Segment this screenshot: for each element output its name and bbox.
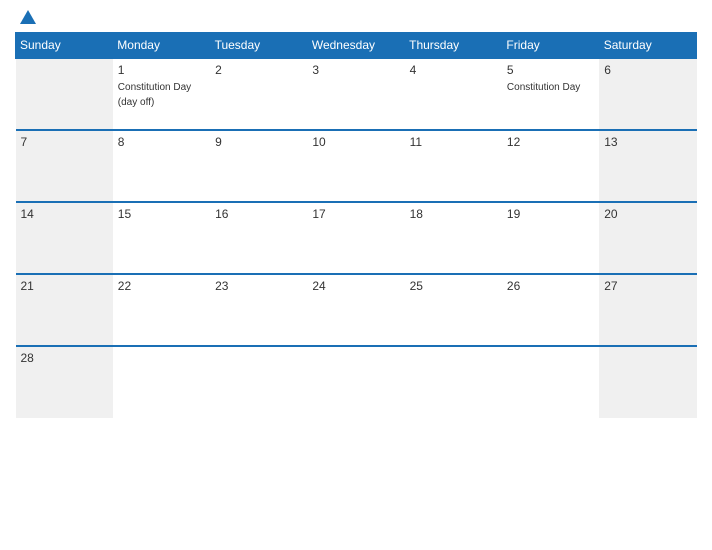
day-number: 8: [118, 135, 205, 149]
calendar-cell: 10: [307, 130, 404, 202]
calendar-cell: [307, 346, 404, 418]
day-header-tuesday: Tuesday: [210, 33, 307, 59]
day-header-saturday: Saturday: [599, 33, 696, 59]
logo: [17, 10, 36, 24]
calendar-header: [15, 10, 697, 24]
calendar-cell: [405, 346, 502, 418]
day-number: 1: [118, 63, 205, 77]
day-header-wednesday: Wednesday: [307, 33, 404, 59]
day-number: 10: [312, 135, 399, 149]
calendar-container: SundayMondayTuesdayWednesdayThursdayFrid…: [0, 0, 712, 550]
day-number: 9: [215, 135, 302, 149]
day-number: 5: [507, 63, 594, 77]
calendar-cell: 22: [113, 274, 210, 346]
calendar-cell: [599, 346, 696, 418]
logo-triangle-icon: [20, 10, 36, 24]
calendar-cell: 26: [502, 274, 599, 346]
calendar-cell: 28: [16, 346, 113, 418]
calendar-cell: 4: [405, 58, 502, 130]
day-number: 23: [215, 279, 302, 293]
calendar-cell: 8: [113, 130, 210, 202]
day-number: 27: [604, 279, 691, 293]
calendar-cell: [502, 346, 599, 418]
calendar-cell: 15: [113, 202, 210, 274]
calendar-cell: 19: [502, 202, 599, 274]
day-number: 28: [21, 351, 108, 365]
calendar-cell: 3: [307, 58, 404, 130]
day-header-thursday: Thursday: [405, 33, 502, 59]
day-number: 16: [215, 207, 302, 221]
day-number: 20: [604, 207, 691, 221]
calendar-cell: 5 Constitution Day: [502, 58, 599, 130]
day-number: 6: [604, 63, 691, 77]
calendar-cell: 7: [16, 130, 113, 202]
calendar-cell: [113, 346, 210, 418]
day-number: 17: [312, 207, 399, 221]
day-number: 25: [410, 279, 497, 293]
day-header-friday: Friday: [502, 33, 599, 59]
calendar-cell: 18: [405, 202, 502, 274]
day-number: 3: [312, 63, 399, 77]
week-row-1: 1 Constitution Day (day off) 2345 Constitut…: [16, 58, 697, 130]
day-header-monday: Monday: [113, 33, 210, 59]
calendar-cell: [16, 58, 113, 130]
day-number: 7: [21, 135, 108, 149]
calendar-cell: 16: [210, 202, 307, 274]
day-number: 13: [604, 135, 691, 149]
days-header-row: SundayMondayTuesdayWednesdayThursdayFrid…: [16, 33, 697, 59]
calendar-table: SundayMondayTuesdayWednesdayThursdayFrid…: [15, 32, 697, 418]
week-row-4: 21 22 23 24 25 26 27: [16, 274, 697, 346]
event-label: Constitution Day (day off): [118, 82, 191, 108]
day-header-sunday: Sunday: [16, 33, 113, 59]
calendar-cell: 25: [405, 274, 502, 346]
day-number: 15: [118, 207, 205, 221]
week-row-3: 14 15 16 17 18 19 20: [16, 202, 697, 274]
week-row-2: 789 10 11 12 13: [16, 130, 697, 202]
event-label: Constitution Day: [507, 82, 580, 93]
calendar-cell: 14: [16, 202, 113, 274]
day-number: 2: [215, 63, 302, 77]
day-number: 22: [118, 279, 205, 293]
day-number: 14: [21, 207, 108, 221]
calendar-cell: 24: [307, 274, 404, 346]
day-number: 19: [507, 207, 594, 221]
calendar-cell: 20: [599, 202, 696, 274]
calendar-cell: [210, 346, 307, 418]
day-number: 11: [410, 135, 497, 149]
week-row-5: 28: [16, 346, 697, 418]
calendar-cell: 21: [16, 274, 113, 346]
day-number: 18: [410, 207, 497, 221]
day-number: 4: [410, 63, 497, 77]
calendar-cell: 6: [599, 58, 696, 130]
day-number: 12: [507, 135, 594, 149]
calendar-cell: 12: [502, 130, 599, 202]
calendar-cell: 23: [210, 274, 307, 346]
calendar-cell: 2: [210, 58, 307, 130]
calendar-cell: 9: [210, 130, 307, 202]
day-number: 26: [507, 279, 594, 293]
calendar-cell: 11: [405, 130, 502, 202]
calendar-cell: 1 Constitution Day (day off): [113, 58, 210, 130]
day-number: 24: [312, 279, 399, 293]
day-number: 21: [21, 279, 108, 293]
calendar-cell: 27: [599, 274, 696, 346]
calendar-cell: 17: [307, 202, 404, 274]
calendar-cell: 13: [599, 130, 696, 202]
